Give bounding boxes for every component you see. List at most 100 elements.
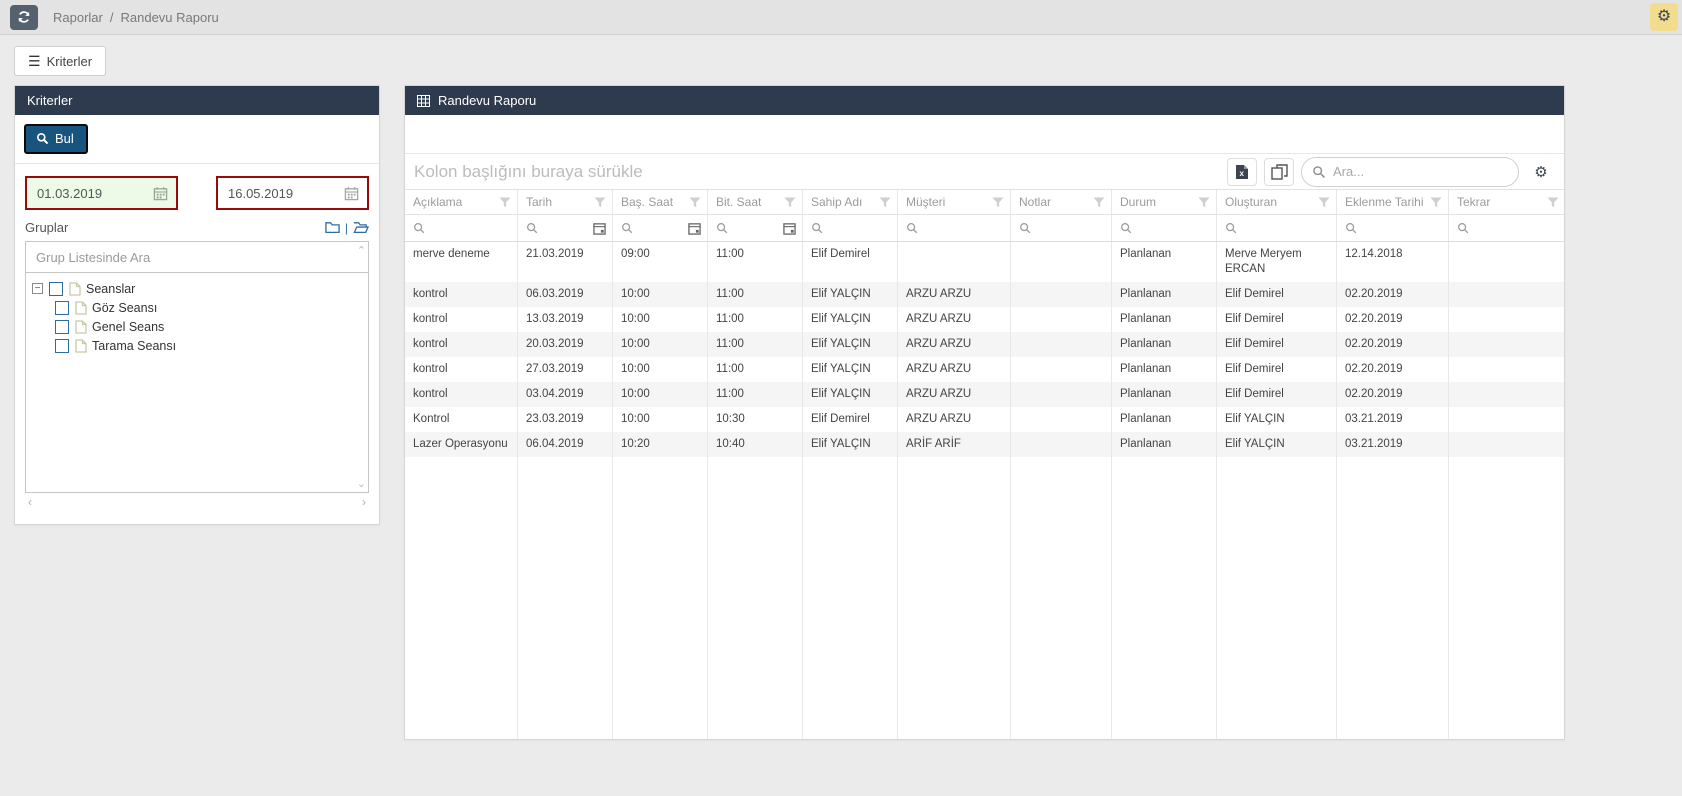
horizontal-scrollbar[interactable]: ‹ › [25, 495, 369, 509]
tree-node-root[interactable]: − Seanslar [32, 279, 364, 298]
column-header-aciklama[interactable]: Açıklama [405, 190, 518, 214]
scroll-left-icon[interactable]: ‹ [28, 495, 32, 509]
tree-node-child-1[interactable]: Genel Seans [54, 317, 364, 336]
column-header-bas-saat[interactable]: Baş. Saat [613, 190, 708, 214]
filter-input-bit-saat[interactable] [732, 221, 779, 235]
column-header-sahip-adi[interactable]: Sahip Adı [803, 190, 898, 214]
filter-cell-eklenme-tarihi[interactable] [1337, 215, 1449, 241]
filter-input-musteri[interactable] [922, 221, 1004, 235]
tree-checkbox[interactable] [55, 320, 69, 334]
filter-cell-olusturan[interactable] [1217, 215, 1337, 241]
table-row[interactable]: Kontrol23.03.201910:0010:30Elif DemirelA… [405, 407, 1564, 432]
filter-cell-tekrar[interactable] [1449, 215, 1564, 241]
grid-search-input[interactable] [1333, 164, 1509, 179]
calendar-icon[interactable] [344, 186, 359, 201]
column-header-eklenme-tarihi[interactable]: Eklenme Tarihi [1337, 190, 1449, 214]
column-header-durum[interactable]: Durum [1112, 190, 1217, 214]
filter-input-bas-saat[interactable] [637, 221, 684, 235]
calendar-dropdown-icon[interactable] [593, 222, 606, 235]
column-header-label[interactable]: Notlar [1019, 195, 1093, 209]
tree-checkbox[interactable] [49, 282, 63, 296]
date-to-value[interactable]: 16.05.2019 [228, 186, 344, 201]
column-header-olusturan[interactable]: Oluşturan [1217, 190, 1337, 214]
filter-input-notlar[interactable] [1035, 221, 1105, 235]
table-row[interactable]: kontrol27.03.201910:0011:00Elif YALÇINAR… [405, 357, 1564, 382]
kriterler-toggle-button[interactable]: ☰ Kriterler [14, 46, 106, 76]
scroll-up-icon[interactable]: ⌃ [357, 244, 366, 257]
column-header-label[interactable]: Tekrar [1457, 195, 1547, 209]
filter-cell-durum[interactable] [1112, 215, 1217, 241]
column-header-label[interactable]: Baş. Saat [621, 195, 689, 209]
date-from-field[interactable]: 01.03.2019 [25, 176, 178, 210]
column-header-label[interactable]: Bit. Saat [716, 195, 784, 209]
filter-input-tarih[interactable] [542, 221, 589, 235]
tree-node-label[interactable]: Seanslar [86, 282, 135, 296]
column-header-tekrar[interactable]: Tekrar [1449, 190, 1564, 214]
filter-cell-notlar[interactable] [1011, 215, 1112, 241]
date-from-value[interactable]: 01.03.2019 [37, 186, 153, 201]
column-header-tarih[interactable]: Tarih [518, 190, 613, 214]
column-header-bit-saat[interactable]: Bit. Saat [708, 190, 803, 214]
tree-node-child-2[interactable]: Tarama Seansı [54, 336, 364, 355]
filter-input-sahip-adi[interactable] [827, 221, 891, 235]
expand-all-folder-icon[interactable] [353, 221, 369, 234]
filter-funnel-icon[interactable] [594, 197, 606, 208]
refresh-button[interactable] [10, 5, 38, 30]
filter-funnel-icon[interactable] [1318, 197, 1330, 208]
filter-cell-aciklama[interactable] [405, 215, 518, 241]
filter-input-durum[interactable] [1136, 221, 1210, 235]
tree-checkbox[interactable] [55, 339, 69, 353]
filter-funnel-icon[interactable] [499, 197, 511, 208]
filter-funnel-icon[interactable] [992, 197, 1004, 208]
column-header-label[interactable]: Eklenme Tarihi [1345, 195, 1430, 209]
filter-cell-sahip-adi[interactable] [803, 215, 898, 241]
filter-cell-bit-saat[interactable] [708, 215, 803, 241]
group-search-input[interactable] [26, 242, 368, 273]
filter-funnel-icon[interactable] [1547, 197, 1559, 208]
filter-funnel-icon[interactable] [1093, 197, 1105, 208]
breadcrumb-item-raporlar[interactable]: Raporlar [53, 10, 103, 25]
find-button[interactable]: Bul [24, 124, 88, 154]
tree-checkbox[interactable] [55, 301, 69, 315]
scroll-down-icon[interactable]: ⌄ [357, 477, 366, 490]
column-header-label[interactable]: Durum [1120, 195, 1198, 209]
column-chooser-button[interactable] [1264, 158, 1294, 186]
filter-funnel-icon[interactable] [1198, 197, 1210, 208]
filter-input-tekrar[interactable] [1473, 221, 1559, 235]
column-header-label[interactable]: Müşteri [906, 195, 992, 209]
tree-collapse-icon[interactable]: − [32, 283, 43, 294]
filter-cell-bas-saat[interactable] [613, 215, 708, 241]
column-header-label[interactable]: Oluşturan [1225, 195, 1318, 209]
breadcrumb-item-randevu-raporu[interactable]: Randevu Raporu [120, 10, 218, 25]
tree-node-child-0[interactable]: Göz Seansı [54, 298, 364, 317]
filter-input-olusturan[interactable] [1241, 221, 1330, 235]
date-to-field[interactable]: 16.05.2019 [216, 176, 369, 210]
calendar-icon[interactable] [153, 186, 168, 201]
table-row[interactable]: kontrol20.03.201910:0011:00Elif YALÇINAR… [405, 332, 1564, 357]
table-row[interactable]: merve deneme21.03.201909:0011:00Elif Dem… [405, 242, 1564, 282]
column-header-label[interactable]: Sahip Adı [811, 195, 879, 209]
column-header-label[interactable]: Tarih [526, 195, 594, 209]
collapse-all-folder-icon[interactable] [325, 221, 340, 234]
tree-node-label[interactable]: Genel Seans [92, 320, 164, 334]
grid-search-box[interactable] [1301, 157, 1519, 187]
tree-node-label[interactable]: Göz Seansı [92, 301, 157, 315]
group-panel-hint[interactable]: Kolon başlığını buraya sürükle [414, 162, 1227, 182]
filter-funnel-icon[interactable] [689, 197, 701, 208]
column-header-notlar[interactable]: Notlar [1011, 190, 1112, 214]
table-row[interactable]: kontrol13.03.201910:0011:00Elif YALÇINAR… [405, 307, 1564, 332]
filter-cell-musteri[interactable] [898, 215, 1011, 241]
column-header-label[interactable]: Açıklama [413, 195, 499, 209]
settings-gear-button[interactable]: ⚙ [1650, 3, 1678, 31]
filter-input-eklenme-tarihi[interactable] [1361, 221, 1442, 235]
filter-funnel-icon[interactable] [1430, 197, 1442, 208]
filter-funnel-icon[interactable] [879, 197, 891, 208]
table-row[interactable]: Lazer Operasyonu06.04.201910:2010:40Elif… [405, 432, 1564, 457]
tree-node-label[interactable]: Tarama Seansı [92, 339, 176, 353]
filter-cell-tarih[interactable] [518, 215, 613, 241]
table-row[interactable]: kontrol03.04.201910:0011:00Elif YALÇINAR… [405, 382, 1564, 407]
filter-funnel-icon[interactable] [784, 197, 796, 208]
filter-input-aciklama[interactable] [429, 221, 511, 235]
excel-export-button[interactable]: x [1227, 158, 1257, 186]
calendar-dropdown-icon[interactable] [783, 222, 796, 235]
